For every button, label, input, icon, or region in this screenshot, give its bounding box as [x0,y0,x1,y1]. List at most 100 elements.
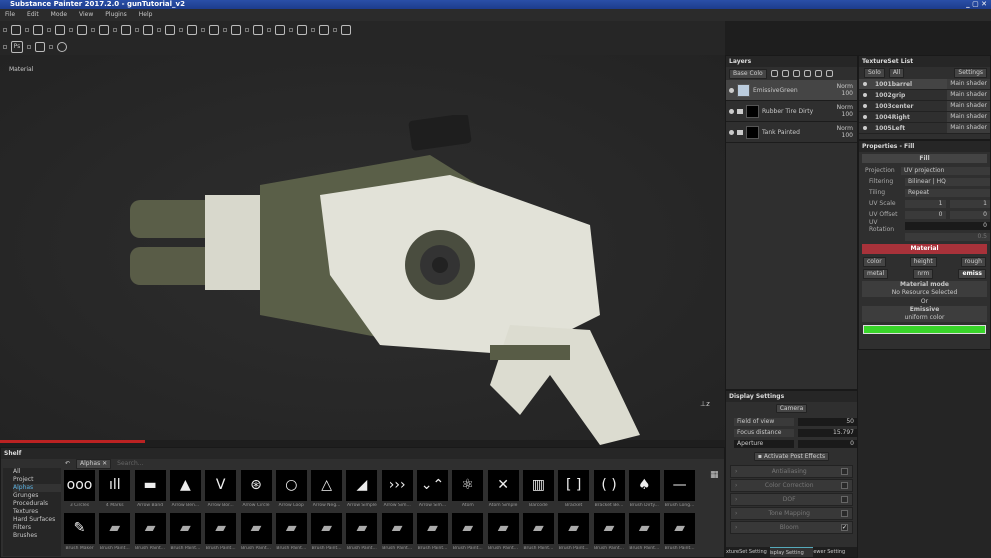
shelf-item[interactable]: ▰ Brush Paint... [169,513,202,551]
uv-scale-v[interactable]: 1 [949,199,990,208]
visibility-eye-icon[interactable] [863,82,867,86]
visibility-eye-icon[interactable] [863,104,867,108]
add-effect-icon[interactable] [770,70,778,77]
menu-help[interactable]: Help [139,9,153,21]
add-folder-icon[interactable] [814,70,822,77]
projection-select[interactable]: UV projection [901,166,990,175]
visibility-eye-icon[interactable] [729,87,734,93]
post-effect-row[interactable]: › Bloom ✓ [730,521,853,534]
shelf-item[interactable]: ▰ Brush Paint... [240,513,273,551]
undo-filter-icon[interactable]: ↶ [65,460,70,467]
shelf-item[interactable]: ♠ Brush Dirty... [628,470,661,508]
3d-viewport[interactable]: Material ⊥z [0,55,725,445]
shelf-item[interactable]: ✎ Brush Maker [63,513,96,551]
shelf-category[interactable]: Grunges [13,492,61,500]
shelf-item[interactable]: ▲ Arrow Ben... [169,470,202,508]
shelf-item[interactable]: ıll 4 Marks [98,470,131,508]
expand-chevron-icon[interactable]: › [735,468,737,475]
channel-color-button[interactable]: color [863,257,886,267]
shelf-category[interactable]: Brushes [13,532,61,540]
shader-select[interactable]: Main shader [947,90,990,100]
all-button[interactable]: All [888,68,905,78]
display-mode-icon[interactable] [341,24,351,35]
shelf-item[interactable]: ▰ Brush Paint... [275,513,308,551]
textureset-row[interactable]: 1004Right Main shader [859,112,990,123]
uv-offset-v[interactable]: 0 [949,210,990,219]
material-resource-button[interactable]: No Resource Selected [862,289,987,297]
bake-icon[interactable] [165,24,175,35]
focus-slider[interactable]: 15.797 [797,428,857,437]
menu-file[interactable]: File [5,9,15,21]
shelf-item[interactable]: ▰ Brush Paint... [522,513,555,551]
paint-brush-icon[interactable] [11,24,21,35]
photoshop-export-icon[interactable]: Ps [11,40,23,53]
shader-select[interactable]: Main shader [947,101,990,111]
shelf-item[interactable]: ▰ Brush Paint... [381,513,414,551]
symmetry-icon[interactable] [187,24,197,35]
add-layer-icon[interactable] [803,70,811,77]
render-icon[interactable] [297,24,307,35]
layer-row[interactable]: Rubber Tire Dirty Norm 100 [726,101,857,122]
screenshot-icon[interactable] [319,24,329,35]
shelf-item[interactable]: ▰ Brush Paint... [310,513,343,551]
menu-edit[interactable]: Edit [27,9,39,21]
shader-select[interactable]: Main shader [947,112,990,122]
bake-icon[interactable] [35,41,45,52]
shader-select[interactable]: Main shader [947,79,990,89]
light-icon[interactable] [275,24,285,35]
channel-emiss-button[interactable]: emiss [958,269,986,279]
shelf-item[interactable]: ››› Arrow Sim... [381,470,414,508]
channel-select[interactable]: Base Colo [729,68,767,79]
layer-row[interactable]: EmissiveGreen Norm 100 [726,80,857,101]
filtering-select[interactable]: Bilinear | HQ [905,177,990,186]
camera-icon[interactable] [253,24,263,35]
shelf-item[interactable]: ⌄⌃ Arrow Sim... [416,470,449,508]
shelf-item[interactable]: ✕ Atom Simple [487,470,520,508]
hardness-slider[interactable]: 0.5 [905,232,990,241]
menu-mode[interactable]: Mode [51,9,67,21]
tab-viewer-settings[interactable]: ewer Setting [813,547,857,557]
shelf-item[interactable]: ▥ Barcode [522,470,555,508]
shelf-item[interactable]: ( ) Bracket Be... [593,470,626,508]
shelf-item[interactable]: V Arrow Bor... [204,470,237,508]
post-effect-row[interactable]: › DOF [730,493,853,506]
shelf-item[interactable]: ▰ Brush Paint... [98,513,131,551]
visibility-eye-icon[interactable] [863,115,867,119]
settings-button[interactable]: Settings [954,68,987,78]
post-effect-checkbox[interactable]: ✓ [840,524,848,531]
post-effect-checkbox[interactable] [841,468,848,475]
filter-alphas-chip[interactable]: Alphas ✕ [76,458,112,469]
expand-chevron-icon[interactable]: › [735,496,737,503]
shelf-item[interactable]: △ Arrow Neg... [310,470,343,508]
mirror-y-icon[interactable] [231,24,241,35]
shelf-item[interactable]: ▬ Arrow Band [134,470,167,508]
layer-blend-opacity[interactable]: Norm 100 [837,83,857,97]
textureset-row[interactable]: 1002grip Main shader [859,90,990,101]
substance-share-icon[interactable] [57,41,67,52]
grid-view-icon[interactable]: ▦ [710,470,719,480]
polygon-fill-icon[interactable] [77,24,87,35]
window-controls[interactable]: _ ▢ ✕ [966,0,987,9]
shelf-category[interactable]: All [13,468,61,476]
uv-offset-u[interactable]: 0 [905,210,946,219]
material-picker-icon[interactable] [143,24,153,35]
shelf-item[interactable]: ooo 3 Circles [63,470,96,508]
uv-rotation-slider[interactable]: 0 [905,221,990,230]
opacity-value[interactable]: 100 [837,111,853,118]
layer-blend-opacity[interactable]: Norm 100 [837,104,857,118]
shelf-category[interactable]: Alphas [13,484,61,492]
layer-blend-opacity[interactable]: Norm 100 [837,125,857,139]
mirror-x-icon[interactable] [209,24,219,35]
blend-mode[interactable]: Norm [837,83,853,90]
textureset-row[interactable]: 1001barrel Main shader [859,79,990,90]
shader-select[interactable]: Main shader [947,123,990,133]
tab-textureset-settings[interactable]: xtureSet Setting [726,547,770,557]
visibility-eye-icon[interactable] [729,108,734,114]
post-effect-row[interactable]: › Color Correction [730,479,853,492]
solo-button[interactable]: Solo [864,68,885,78]
post-effect-row[interactable]: › Antialiasing [730,465,853,478]
channel-rough-button[interactable]: rough [960,257,986,267]
expand-chevron-icon[interactable]: › [735,510,737,517]
shelf-item[interactable]: ⚛ Atom [451,470,484,508]
tab-display-settings[interactable]: isplay Setting [769,547,814,557]
